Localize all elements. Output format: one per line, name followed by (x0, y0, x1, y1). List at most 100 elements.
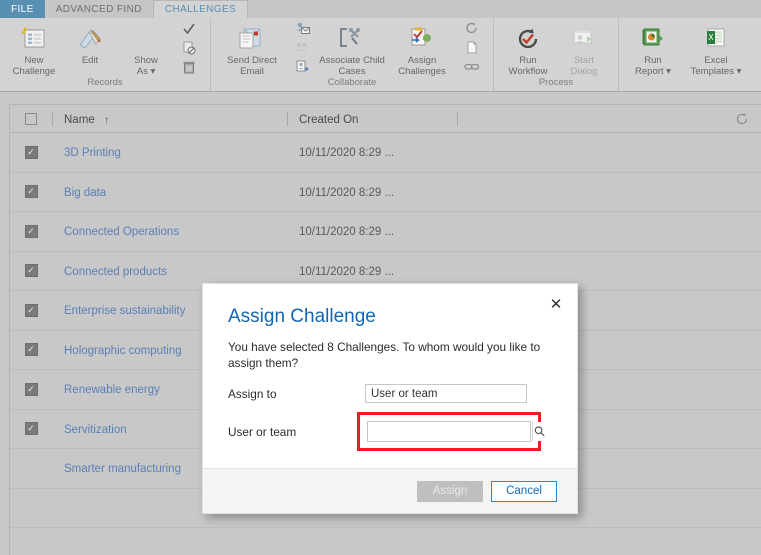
row-name-link[interactable]: Enterprise sustainability (64, 305, 185, 317)
add-connection-icon (295, 60, 310, 78)
row-name-link[interactable]: Renewable energy (64, 384, 160, 396)
row-checkbox[interactable]: ✓ (10, 422, 52, 436)
table-row[interactable]: ✓ Big data 10/11/2020 8:29 ... (10, 173, 761, 212)
link-icon (464, 60, 480, 78)
user-or-team-field-row: User or team (228, 412, 551, 451)
dialog-message: You have selected 8 Challenges. To whom … (228, 340, 541, 370)
connect-to-button[interactable] (461, 61, 483, 77)
new-challenge-button[interactable]: New Challenge (6, 21, 62, 77)
associate-child-cases-icon (338, 24, 366, 54)
checkbox-checked-icon: ✓ (24, 343, 38, 357)
show-as-button[interactable]: Show As ▾ (118, 21, 174, 77)
start-dialog-button[interactable]: Start Dialog (556, 21, 612, 77)
ribbon-group-process: Run Workflow Start Dialog Process (494, 18, 619, 91)
dialog-title: Assign Challenge (228, 306, 376, 327)
add-to-queue-button[interactable] (291, 42, 313, 58)
excel-templates-button[interactable]: X Excel Templates ▾ (681, 21, 751, 77)
associate-child-cases-button[interactable]: Associate Child Cases (317, 21, 387, 77)
column-header-created-on[interactable]: Created On (287, 110, 457, 128)
row-checkbox[interactable]: ✓ (10, 382, 52, 396)
assign-challenges-button[interactable]: Assign Challenges (387, 21, 457, 77)
tab-challenges-label: CHALLENGES (164, 4, 237, 15)
user-or-team-label: User or team (228, 424, 297, 439)
user-or-team-lookup[interactable] (367, 421, 546, 442)
deactivate-button[interactable] (178, 41, 200, 58)
row-name-link[interactable]: Servitization (64, 424, 127, 436)
send-direct-email-label: Send Direct Email (227, 55, 277, 77)
tab-file[interactable]: FILE (0, 0, 45, 18)
row-checkbox[interactable]: ✓ (10, 145, 52, 159)
refresh-icon[interactable] (735, 112, 749, 126)
check-mark-icon (182, 22, 196, 41)
row-checkbox[interactable]: ✓ (10, 224, 52, 238)
row-created-on: 10/11/2020 8:29 ... (299, 186, 395, 199)
dialog-footer: Assign Cancel (203, 468, 577, 513)
run-report-button[interactable]: Run Report ▾ (625, 21, 681, 77)
ribbon-group-data-label: Data (619, 77, 761, 91)
word-templates-button[interactable]: W Word Templates ▾ (751, 21, 761, 77)
share-button[interactable] (291, 22, 313, 39)
user-or-team-input[interactable] (368, 422, 532, 441)
trash-icon (182, 60, 196, 79)
run-workflow-label: Run Workflow (508, 55, 548, 77)
ribbon-tab-strip: FILE ADVANCED FIND CHALLENGES (0, 0, 761, 18)
send-direct-email-button[interactable]: Send Direct Email (217, 21, 287, 77)
column-header-name[interactable]: Name ↑ (52, 110, 287, 128)
tab-advanced-find-label: ADVANCED FIND (55, 3, 142, 15)
new-challenge-label: New Challenge (12, 55, 56, 77)
run-workflow-icon (515, 24, 541, 54)
records-small-commands (174, 21, 204, 77)
search-icon[interactable] (532, 422, 546, 441)
dialog-body: ✕ Assign Challenge You have selected 8 C… (203, 284, 577, 470)
tab-challenges[interactable]: CHALLENGES (152, 0, 249, 18)
new-record-icon (21, 24, 47, 54)
excel-templates-icon: X (703, 24, 729, 54)
edit-label: Edit (81, 55, 99, 66)
ribbon-group-process-label: Process (538, 77, 574, 88)
assign-to-field-row: Assign to User or team (228, 384, 551, 403)
close-icon[interactable]: ✕ (547, 295, 565, 313)
row-name-link[interactable]: Smarter manufacturing (64, 463, 181, 475)
row-checkbox[interactable]: ✓ (10, 343, 52, 357)
assign-to-label: Assign to (228, 386, 277, 401)
start-dialog-icon (571, 24, 597, 54)
assign-challenges-icon (408, 24, 436, 54)
svg-text:X: X (708, 33, 714, 42)
checkbox-checked-icon: ✓ (24, 303, 38, 317)
row-checkbox[interactable]: ✓ (10, 264, 52, 278)
assign-button[interactable]: Assign (417, 480, 483, 502)
assign-to-select[interactable]: User or team (365, 384, 527, 403)
add-note-button[interactable] (461, 41, 483, 58)
table-row[interactable]: ✓ 3D Printing 10/11/2020 8:29 ... (10, 133, 761, 173)
delete-button[interactable] (178, 61, 200, 77)
cancel-button[interactable]: Cancel (491, 480, 557, 502)
table-row[interactable]: ✓ Connected Operations 10/11/2020 8:29 .… (10, 212, 761, 252)
row-name-link[interactable]: Connected products (64, 266, 167, 278)
column-header-name-label: Name (64, 113, 95, 126)
row-name-link[interactable]: Big data (64, 187, 106, 199)
tab-file-label: FILE (11, 3, 34, 15)
row-created-on: 10/11/2020 8:29 ... (299, 265, 395, 278)
grid-header-row: Name ↑ Created On (10, 105, 761, 133)
start-dialog-label: Start Dialog (570, 55, 598, 77)
tab-advanced-find[interactable]: ADVANCED FIND (45, 0, 153, 18)
row-name-link[interactable]: Connected Operations (64, 226, 179, 238)
edit-button[interactable]: Edit (62, 21, 118, 66)
ribbon-group-data: Run Report ▾ X Excel Templates ▾ (619, 18, 761, 91)
row-name-link[interactable]: Holographic computing (64, 345, 182, 357)
assign-challenges-label: Assign Challenges (398, 55, 446, 77)
run-workflow-button[interactable]: Run Workflow (500, 21, 556, 77)
activate-button[interactable] (178, 23, 200, 39)
row-checkbox[interactable]: ✓ (10, 185, 52, 199)
row-checkbox[interactable]: ✓ (10, 303, 52, 317)
select-all-checkbox[interactable] (10, 112, 52, 125)
connect-button[interactable] (291, 60, 313, 78)
edit-pencil-ruler-icon (77, 24, 103, 54)
assign-challenge-dialog: ✕ Assign Challenge You have selected 8 C… (202, 283, 578, 514)
assign-to-selected-value: User or team (371, 387, 438, 400)
checkbox-checked-icon: ✓ (24, 422, 38, 436)
row-name-link[interactable]: 3D Printing (64, 147, 121, 159)
recalculate-opportunity-button[interactable] (461, 22, 483, 39)
checkbox-checked-icon: ✓ (24, 145, 38, 159)
collaborate-small-commands-1 (287, 21, 317, 77)
